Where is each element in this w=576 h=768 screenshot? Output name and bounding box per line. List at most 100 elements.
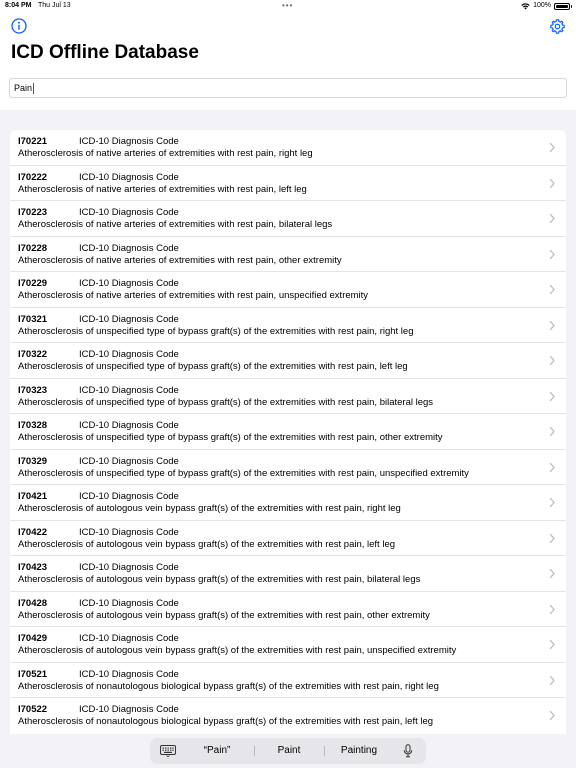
- header-area: 8:04 PM Thu Jul 13 ••• 100% ICD Offline …: [0, 0, 576, 110]
- row-code: I70321: [18, 313, 48, 325]
- table-row[interactable]: I70221 ICD-10 Diagnosis Code Atheroscleros…: [10, 130, 566, 166]
- table-row[interactable]: I70429 ICD-10 Diagnosis Code Atheroscleros…: [10, 627, 566, 663]
- row-description: Atherosclerosis of native arteries of ex…: [18, 183, 307, 195]
- row-code: I70428: [18, 597, 48, 609]
- row-code-type: ICD-10 Diagnosis Code: [79, 668, 179, 680]
- table-row[interactable]: I70423 ICD-10 Diagnosis Code Atheroscleros…: [10, 556, 566, 592]
- row-code-type: ICD-10 Diagnosis Code: [79, 597, 179, 609]
- chevron-right-icon: [549, 213, 555, 224]
- microphone-icon[interactable]: [403, 744, 413, 758]
- table-row[interactable]: I70522 ICD-10 Diagnosis Code Atheroscleros…: [10, 698, 566, 734]
- row-code-type: ICD-10 Diagnosis Code: [79, 313, 179, 325]
- row-code: I70229: [18, 278, 48, 289]
- row-code: I70521: [18, 668, 48, 680]
- row-description: Atherosclerosis of autologous vein bypas…: [18, 503, 401, 514]
- row-code: I70323: [18, 384, 48, 396]
- chevron-right-icon: [549, 391, 555, 401]
- row-code: I70422: [18, 526, 48, 538]
- keyboard-icon[interactable]: [160, 745, 176, 757]
- chevron-right-icon: [549, 142, 555, 153]
- table-row[interactable]: I70228 ICD-10 Diagnosis Code Atheroscleros…: [10, 237, 566, 272]
- row-code-type: ICD-10 Diagnosis Code: [79, 455, 179, 467]
- chevron-right-icon: [549, 639, 555, 650]
- row-code-type: ICD-10 Diagnosis Code: [79, 136, 179, 147]
- row-code: I70228: [18, 242, 48, 254]
- status-bar: 8:04 PM Thu Jul 13 ••• 100%: [0, 0, 576, 12]
- table-row[interactable]: I70222 ICD-10 Diagnosis Code Atheroscleros…: [10, 166, 566, 201]
- row-code-type: ICD-10 Diagnosis Code: [79, 633, 179, 644]
- table-row[interactable]: I70229 ICD-10 Diagnosis Code Atheroscleros…: [10, 272, 566, 308]
- suggestion-bar: “Pain” Paint Painting: [150, 738, 426, 764]
- row-code-type: ICD-10 Diagnosis Code: [79, 242, 179, 254]
- row-description: Atherosclerosis of unspecified type of b…: [18, 432, 443, 443]
- row-description: Atherosclerosis of nonautologous biologi…: [18, 680, 439, 692]
- row-code-type: ICD-10 Diagnosis Code: [79, 526, 179, 538]
- row-description: Atherosclerosis of native arteries of ex…: [18, 219, 333, 230]
- table-row[interactable]: I70328 ICD-10 Diagnosis Code Atheroscleros…: [10, 414, 566, 450]
- chevron-right-icon: [549, 284, 555, 295]
- row-code: I70429: [18, 633, 48, 644]
- battery-percentage: 100%: [533, 2, 551, 9]
- row-description: Atherosclerosis of unspecified type of b…: [18, 361, 408, 372]
- chevron-right-icon: [549, 568, 555, 579]
- row-code: I70421: [18, 491, 48, 502]
- table-row[interactable]: I70321 ICD-10 Diagnosis Code Atheroscleros…: [10, 308, 566, 343]
- row-description: Atherosclerosis of autologous vein bypas…: [18, 574, 421, 585]
- chevron-right-icon: [549, 604, 555, 614]
- suggestion-pain-quoted[interactable]: “Pain”: [180, 738, 254, 764]
- suggestion-painting[interactable]: Painting: [324, 738, 394, 764]
- row-code-type: ICD-10 Diagnosis Code: [79, 349, 179, 360]
- row-description: Atherosclerosis of nonautologous biologi…: [18, 716, 434, 727]
- results-list[interactable]: I70221 ICD-10 Diagnosis Code Atheroscleros…: [10, 130, 566, 734]
- row-code-type: ICD-10 Diagnosis Code: [79, 207, 179, 218]
- wifi-icon: [521, 2, 530, 9]
- row-code: I70522: [18, 704, 48, 715]
- row-code: I70222: [18, 171, 48, 183]
- chevron-right-icon: [549, 675, 555, 685]
- table-row[interactable]: I70329 ICD-10 Diagnosis Code Atheroscleros…: [10, 450, 566, 485]
- row-code-type: ICD-10 Diagnosis Code: [79, 704, 179, 715]
- table-row[interactable]: I70521 ICD-10 Diagnosis Code Atheroscleros…: [10, 663, 566, 698]
- row-description: Atherosclerosis of native arteries of ex…: [18, 290, 369, 301]
- row-description: Atherosclerosis of unspecified type of b…: [18, 325, 414, 337]
- chevron-right-icon: [549, 497, 555, 508]
- text-caret: [32, 82, 34, 94]
- row-description: Atherosclerosis of native arteries of ex…: [18, 148, 313, 159]
- row-code: I70221: [18, 136, 48, 147]
- status-date: Thu Jul 13: [38, 2, 71, 9]
- row-code: I70328: [18, 420, 48, 431]
- row-code: I70423: [18, 562, 48, 573]
- row-code: I70329: [18, 455, 48, 467]
- row-code: I70322: [18, 349, 48, 360]
- row-description: Atherosclerosis of native arteries of ex…: [18, 254, 342, 266]
- search-input-value: Pain: [14, 83, 33, 93]
- row-code-type: ICD-10 Diagnosis Code: [79, 562, 179, 573]
- chevron-right-icon: [549, 178, 555, 188]
- gear-icon: [549, 18, 565, 34]
- row-code-type: ICD-10 Diagnosis Code: [79, 384, 179, 396]
- chevron-right-icon: [549, 710, 555, 721]
- settings-button[interactable]: [548, 17, 566, 35]
- status-time: 8:04 PM: [5, 2, 32, 9]
- info-icon: [10, 17, 27, 34]
- table-row[interactable]: I70421 ICD-10 Diagnosis Code Atheroscleros…: [10, 485, 566, 521]
- chevron-right-icon: [549, 462, 555, 472]
- table-row[interactable]: I70422 ICD-10 Diagnosis Code Atheroscleros…: [10, 521, 566, 556]
- chevron-right-icon: [549, 320, 555, 330]
- row-description: Atherosclerosis of autologous vein bypas…: [18, 609, 430, 621]
- table-row[interactable]: I70323 ICD-10 Diagnosis Code Atheroscleros…: [10, 379, 566, 414]
- chevron-right-icon: [549, 249, 555, 259]
- status-indicators: 100%: [521, 0, 572, 12]
- info-button[interactable]: [10, 17, 27, 34]
- suggestion-paint[interactable]: Paint: [254, 738, 324, 764]
- row-code: I70223: [18, 207, 48, 218]
- multitasking-dots[interactable]: •••: [282, 0, 293, 12]
- table-row[interactable]: I70322 ICD-10 Diagnosis Code Atheroscleros…: [10, 343, 566, 379]
- row-code-type: ICD-10 Diagnosis Code: [79, 171, 179, 183]
- table-row[interactable]: I70223 ICD-10 Diagnosis Code Atheroscleros…: [10, 201, 566, 237]
- table-row[interactable]: I70428 ICD-10 Diagnosis Code Atheroscleros…: [10, 592, 566, 627]
- row-description: Atherosclerosis of unspecified type of b…: [18, 467, 469, 479]
- chevron-right-icon: [549, 426, 555, 437]
- row-code-type: ICD-10 Diagnosis Code: [79, 491, 179, 502]
- search-input[interactable]: Pain: [9, 78, 567, 98]
